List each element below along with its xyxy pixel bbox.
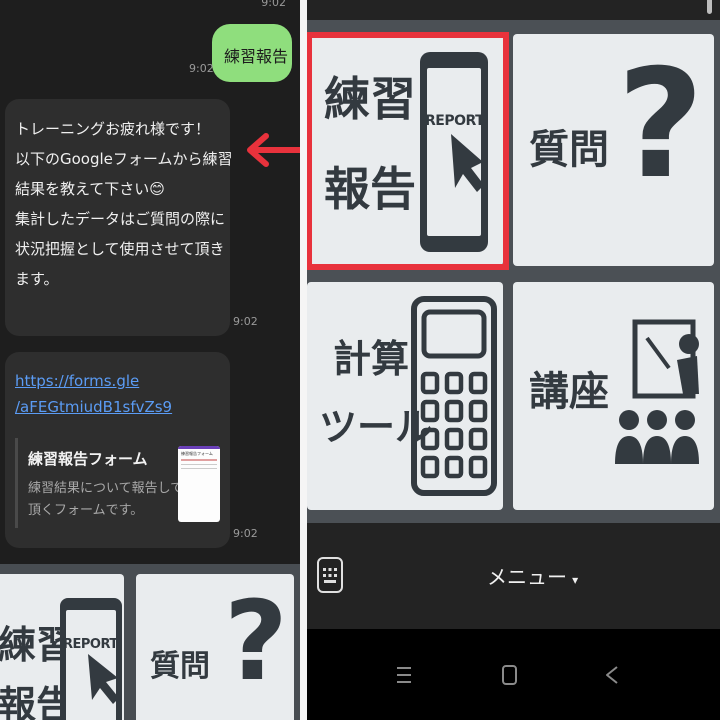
menu-label: メニュー — [487, 565, 567, 589]
left-question-mark-icon: ? — [224, 577, 288, 705]
form-link-line-1: https://forms.gle — [15, 372, 140, 390]
preview-title: 練習報告フォーム — [28, 450, 148, 468]
menu-bar: メニュー ▾ — [307, 523, 720, 629]
left-report-badge: REPORT — [63, 637, 118, 652]
tile-practice-report[interactable]: 練習 報告 REPORT — [307, 34, 503, 266]
tile-report-line1: 練習 — [324, 72, 416, 126]
top-timestamp: 9:02 — [261, 0, 286, 9]
top-strip — [307, 0, 720, 20]
form-link[interactable]: https://forms.gle /aFEGtmiudB1sfvZs9 — [15, 368, 172, 420]
android-nav-bar — [307, 629, 720, 720]
question-mark-icon: ? — [617, 38, 705, 212]
bot-line-5: 状況把握として使用させて頂き — [15, 240, 225, 258]
preview-description: 練習結果について報告して 頂くフォームです。 — [28, 478, 183, 522]
preview-thumbnail: 練習報告フォーム — [178, 446, 220, 522]
bot-line-1: トレーニングお疲れ様です！ — [15, 120, 211, 138]
bot-line-6: ます。 — [15, 270, 59, 288]
bot-message-text: トレーニングお疲れ様です！ 以下のGoogleフォームから練習 結果を教えて下さ… — [15, 114, 235, 294]
tile-lecture-label: 講座 — [529, 369, 609, 415]
lecture-icon — [615, 319, 699, 464]
tile-calc-line1: 計算 — [333, 337, 410, 381]
red-arrow-icon — [247, 133, 300, 167]
link-message-bubble[interactable]: https://forms.gle /aFEGtmiudB1sfvZs9 練習報… — [5, 352, 230, 548]
bot-line-2: 以下のGoogleフォームから練習 — [15, 150, 233, 168]
tile-calc-tool[interactable]: 計算 ツール — [307, 282, 503, 510]
bot-line-4: 集計したデータはご質問の際に — [15, 210, 226, 228]
form-link-line-2: /aFEGtmiudB1sfvZs9 — [15, 398, 173, 416]
report-badge: REPORT — [425, 113, 485, 129]
left-rich-menu: 練習 報告 REPORT 質問 ? — [0, 564, 300, 720]
back-icon[interactable] — [603, 664, 621, 686]
bot-message-time: 9:02 — [233, 315, 258, 328]
tile-report-line2: 報告 — [324, 162, 416, 216]
tile-question[interactable]: 質問 ? — [513, 34, 714, 266]
preview-desc-line-2: 頂くフォームです。 — [28, 503, 144, 518]
link-preview-card[interactable]: 練習報告フォーム 練習結果について報告して 頂くフォームです。 練習報告フォーム — [15, 438, 226, 528]
preview-desc-line-1: 練習結果について報告して — [28, 481, 184, 496]
chat-panel: 9:02 練習報告 9:02 トレーニングお疲れ様です！ 以下のGoogleフォ… — [0, 0, 300, 720]
preview-thumbnail-text: 練習報告フォーム — [181, 451, 213, 456]
menu-caret-icon: ▾ — [572, 573, 579, 587]
left-tile-question[interactable]: 質問 ? — [136, 574, 294, 720]
rich-menu-panel: 練習 報告 REPORT 質問 ? 計算 ツール 講座 メニュー ▾ — [307, 0, 720, 720]
link-message-time: 9:02 — [233, 527, 258, 540]
keyboard-icon — [323, 568, 337, 583]
panel-divider — [300, 0, 307, 720]
scroll-indicator — [707, 0, 712, 14]
report-phone-icon — [420, 52, 488, 252]
user-message-time: 9:02 — [189, 62, 214, 75]
left-tile-question-label: 質問 — [150, 649, 210, 684]
phone-icon — [60, 598, 122, 720]
calculator-icon — [411, 296, 497, 496]
left-tile-report[interactable]: 練習 報告 REPORT — [0, 574, 124, 720]
rich-menu-grid: 練習 報告 REPORT 質問 ? 計算 ツール 講座 — [307, 20, 720, 523]
recent-apps-icon[interactable] — [395, 665, 413, 685]
user-message-text: 練習報告 — [224, 47, 289, 66]
tile-question-label: 質問 — [529, 127, 609, 173]
bot-message-bubble[interactable]: トレーニングお疲れ様です！ 以下のGoogleフォームから練習 結果を教えて下さ… — [5, 99, 232, 336]
bot-line-3: 結果を教えて下さい😊 — [15, 180, 165, 198]
home-icon[interactable] — [501, 664, 519, 686]
keyboard-toggle-button[interactable] — [317, 557, 343, 593]
menu-toggle-button[interactable]: メニュー ▾ — [487, 561, 578, 590]
tile-lecture[interactable]: 講座 — [513, 282, 714, 510]
user-message-bubble[interactable]: 練習報告 — [212, 24, 292, 82]
